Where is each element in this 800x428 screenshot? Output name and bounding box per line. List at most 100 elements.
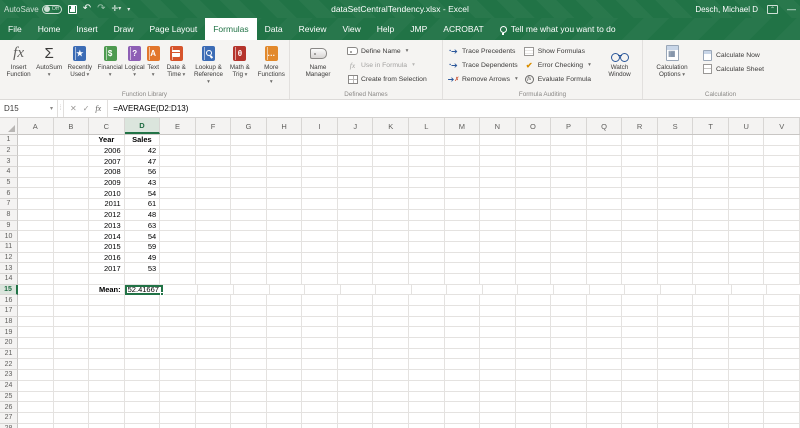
cell-I12[interactable] bbox=[302, 253, 338, 264]
cell-A11[interactable] bbox=[18, 242, 54, 253]
cell-E12[interactable] bbox=[160, 253, 196, 264]
cell-S1[interactable] bbox=[658, 135, 694, 146]
row-header-11[interactable]: 11 bbox=[0, 242, 18, 253]
cell-M20[interactable] bbox=[445, 338, 481, 349]
cell-M10[interactable] bbox=[445, 231, 481, 242]
cell-I19[interactable] bbox=[302, 327, 338, 338]
cell-S15[interactable] bbox=[661, 285, 697, 296]
cell-A21[interactable] bbox=[18, 349, 54, 360]
cell-I1[interactable] bbox=[302, 135, 338, 146]
cell-T7[interactable] bbox=[693, 199, 729, 210]
cell-F26[interactable] bbox=[196, 402, 232, 413]
cell-C19[interactable] bbox=[89, 327, 125, 338]
cell-J23[interactable] bbox=[338, 370, 374, 381]
column-header-K[interactable]: K bbox=[373, 118, 409, 134]
cell-H17[interactable] bbox=[267, 306, 303, 317]
cell-E9[interactable] bbox=[160, 221, 196, 232]
cell-H11[interactable] bbox=[267, 242, 303, 253]
cell-N3[interactable] bbox=[480, 156, 516, 167]
cell-O11[interactable] bbox=[516, 242, 552, 253]
autosave-toggle[interactable]: AutoSave Off bbox=[4, 5, 62, 14]
cell-C27[interactable] bbox=[89, 413, 125, 424]
cell-K28[interactable] bbox=[373, 424, 409, 428]
cell-I21[interactable] bbox=[302, 349, 338, 360]
cell-M14[interactable] bbox=[445, 274, 481, 285]
cell-L26[interactable] bbox=[409, 402, 445, 413]
cell-R12[interactable] bbox=[622, 253, 658, 264]
cell-E17[interactable] bbox=[160, 306, 196, 317]
cell-H20[interactable] bbox=[267, 338, 303, 349]
cell-B21[interactable] bbox=[54, 349, 90, 360]
cell-E25[interactable] bbox=[160, 392, 196, 403]
column-header-R[interactable]: R bbox=[622, 118, 658, 134]
cell-N7[interactable] bbox=[480, 199, 516, 210]
cell-F27[interactable] bbox=[196, 413, 232, 424]
cell-T17[interactable] bbox=[693, 306, 729, 317]
cell-T8[interactable] bbox=[693, 210, 729, 221]
cell-G17[interactable] bbox=[231, 306, 267, 317]
remove-arrows-dropdown-icon[interactable]: ▾ bbox=[515, 76, 518, 82]
cell-N17[interactable] bbox=[480, 306, 516, 317]
cell-D3[interactable]: 47 bbox=[125, 156, 161, 167]
cell-O10[interactable] bbox=[516, 231, 552, 242]
cell-Q9[interactable] bbox=[587, 221, 623, 232]
cell-P19[interactable] bbox=[551, 327, 587, 338]
cell-F11[interactable] bbox=[196, 242, 232, 253]
cell-E22[interactable] bbox=[160, 359, 196, 370]
cell-D9[interactable]: 63 bbox=[125, 221, 161, 232]
cell-J6[interactable] bbox=[338, 188, 374, 199]
column-header-L[interactable]: L bbox=[409, 118, 445, 134]
cell-P27[interactable] bbox=[551, 413, 587, 424]
cell-A4[interactable] bbox=[18, 167, 54, 178]
ribbon-tab-insert[interactable]: Insert bbox=[68, 18, 105, 40]
cell-D15[interactable]: 52.41667 bbox=[125, 285, 163, 296]
formula-input[interactable]: =AVERAGE(D2:D13) bbox=[108, 100, 800, 117]
row-header-18[interactable]: 18 bbox=[0, 317, 18, 328]
cell-P11[interactable] bbox=[551, 242, 587, 253]
cell-D28[interactable] bbox=[125, 424, 161, 428]
cell-M5[interactable] bbox=[445, 178, 481, 189]
cell-C5[interactable]: 2009 bbox=[89, 178, 125, 189]
cell-R7[interactable] bbox=[622, 199, 658, 210]
cell-A15[interactable] bbox=[18, 285, 54, 296]
financial-button[interactable]: $ Financial bbox=[97, 42, 124, 89]
cell-C28[interactable] bbox=[89, 424, 125, 428]
cell-T19[interactable] bbox=[693, 327, 729, 338]
cell-M16[interactable] bbox=[445, 295, 481, 306]
cell-L21[interactable] bbox=[409, 349, 445, 360]
cell-M23[interactable] bbox=[445, 370, 481, 381]
cell-H21[interactable] bbox=[267, 349, 303, 360]
cell-K11[interactable] bbox=[373, 242, 409, 253]
cell-V26[interactable] bbox=[764, 402, 800, 413]
cell-B2[interactable] bbox=[54, 146, 90, 157]
cell-B9[interactable] bbox=[54, 221, 90, 232]
cell-D26[interactable] bbox=[125, 402, 161, 413]
cell-H22[interactable] bbox=[267, 359, 303, 370]
cell-E20[interactable] bbox=[160, 338, 196, 349]
cell-J19[interactable] bbox=[338, 327, 374, 338]
save-icon[interactable] bbox=[68, 5, 77, 14]
cell-Q11[interactable] bbox=[587, 242, 623, 253]
cell-D24[interactable] bbox=[125, 381, 161, 392]
cell-D5[interactable]: 43 bbox=[125, 178, 161, 189]
cell-C17[interactable] bbox=[89, 306, 125, 317]
column-header-F[interactable]: F bbox=[196, 118, 232, 134]
cell-G27[interactable] bbox=[231, 413, 267, 424]
cell-S14[interactable] bbox=[658, 274, 694, 285]
ribbon-tab-view[interactable]: View bbox=[335, 18, 369, 40]
cell-L6[interactable] bbox=[409, 188, 445, 199]
cell-B13[interactable] bbox=[54, 263, 90, 274]
cell-K1[interactable] bbox=[373, 135, 409, 146]
cell-A23[interactable] bbox=[18, 370, 54, 381]
cell-B24[interactable] bbox=[54, 381, 90, 392]
cell-G8[interactable] bbox=[231, 210, 267, 221]
cell-S18[interactable] bbox=[658, 317, 694, 328]
cell-S24[interactable] bbox=[658, 381, 694, 392]
cell-U15[interactable] bbox=[732, 285, 768, 296]
cell-D11[interactable]: 59 bbox=[125, 242, 161, 253]
cell-B25[interactable] bbox=[54, 392, 90, 403]
cell-I11[interactable] bbox=[302, 242, 338, 253]
cell-B8[interactable] bbox=[54, 210, 90, 221]
cell-Q3[interactable] bbox=[587, 156, 623, 167]
cell-R15[interactable] bbox=[625, 285, 661, 296]
